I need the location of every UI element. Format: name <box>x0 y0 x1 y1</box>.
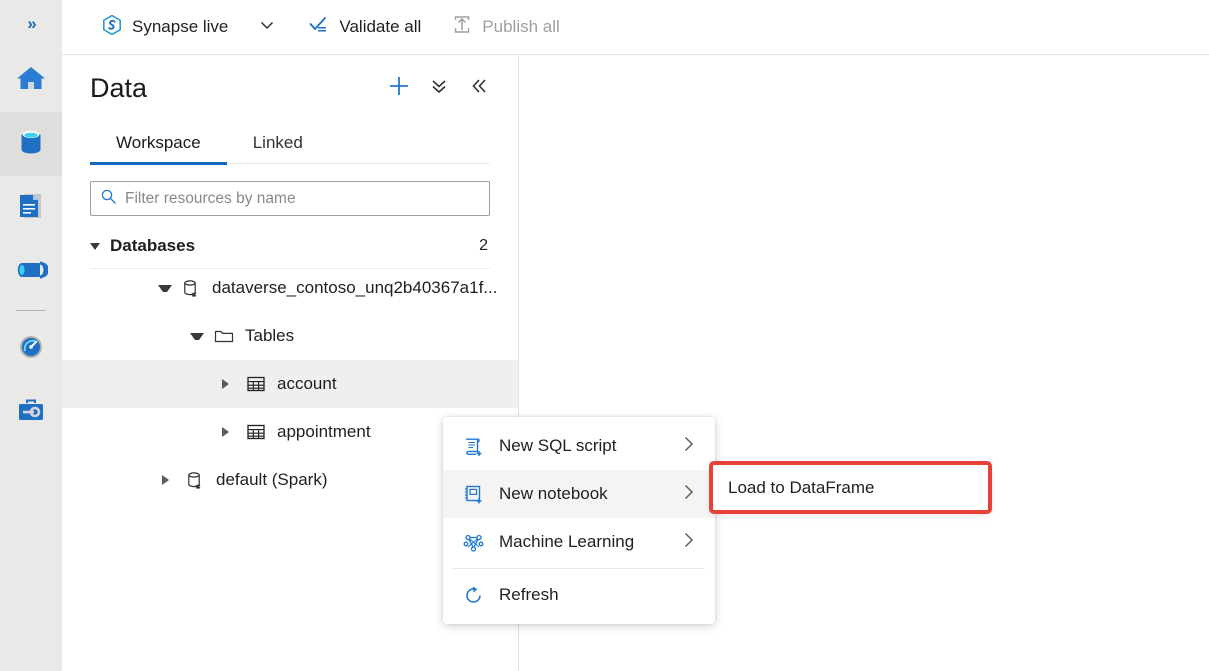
tab-linked-label: Linked <box>253 133 303 153</box>
search-icon <box>100 188 117 210</box>
collapse-panel-button[interactable] <box>462 71 496 105</box>
add-new-resource-button[interactable] <box>382 71 416 105</box>
tree-item-dataverse-database[interactable]: dataverse_contoso_unq2b40367a1f... <box>62 264 518 312</box>
chevron-collapsed-icon[interactable] <box>222 427 236 437</box>
table-icon <box>245 373 267 395</box>
double-chevron-down-icon <box>429 76 449 101</box>
tree-item-tables-folder[interactable]: Tables <box>62 312 518 360</box>
rail-item-monitor[interactable] <box>0 317 62 381</box>
tree-group-count: 2 <box>479 237 488 255</box>
chevron-collapsed-icon[interactable] <box>162 475 176 485</box>
submenu-item-load-to-dataframe[interactable]: Load to DataFrame <box>712 464 989 511</box>
context-menu-item-new-sql-script[interactable]: New SQL script <box>443 422 715 470</box>
rail-item-data[interactable] <box>0 112 62 176</box>
notebook-icon <box>461 483 485 506</box>
rail-expand-button[interactable]: » <box>0 0 62 48</box>
tab-workspace[interactable]: Workspace <box>90 121 227 164</box>
filter-box[interactable] <box>90 181 490 216</box>
home-icon <box>14 61 48 100</box>
sql-script-icon <box>461 435 485 458</box>
data-panel-tabs: Workspace Linked <box>90 121 490 164</box>
context-menu-item-label: New notebook <box>499 484 608 504</box>
context-menu-item-label: Machine Learning <box>499 532 634 552</box>
filter-resources-input[interactable] <box>125 190 480 208</box>
lake-database-icon <box>181 278 202 299</box>
double-chevron-left-icon <box>469 76 489 101</box>
context-menu: New SQL script New notebook <box>443 417 715 624</box>
toolbox-icon <box>14 394 48 433</box>
lake-database-icon <box>185 470 206 491</box>
synapse-live-button[interactable]: Synapse live <box>95 9 234 45</box>
chevron-right-icon <box>679 482 699 507</box>
chevron-down-icon <box>258 16 276 39</box>
data-panel-header: Data <box>62 55 518 121</box>
context-submenu: Load to DataFrame <box>712 464 989 511</box>
pipeline-icon <box>14 253 48 292</box>
data-panel-header-actions <box>382 71 496 105</box>
tree-group-databases[interactable]: Databases 2 <box>62 228 518 264</box>
table-icon <box>245 421 267 443</box>
filter-container <box>62 164 518 216</box>
chevron-expanded-icon[interactable] <box>190 333 204 340</box>
divider <box>90 268 490 269</box>
rail-item-develop[interactable] <box>0 176 62 240</box>
synapse-hexagon-icon <box>101 14 123 41</box>
chevron-right-icon <box>679 434 699 459</box>
submenu-item-label: Load to DataFrame <box>728 478 874 498</box>
context-menu-item-label: Refresh <box>499 585 559 605</box>
context-menu-item-new-notebook[interactable]: New notebook <box>443 470 715 518</box>
chevron-expanded-icon[interactable] <box>90 243 100 250</box>
tree-group-label: Databases <box>110 236 195 256</box>
context-menu-separator <box>453 568 705 569</box>
context-menu-item-refresh[interactable]: Refresh <box>443 571 715 619</box>
validate-all-button[interactable]: Validate all <box>302 9 427 45</box>
top-toolbar: Synapse live Validate all <box>62 0 1209 55</box>
synapse-studio-window: » <box>0 0 1209 671</box>
validate-check-icon <box>308 14 330 41</box>
double-chevron-right-icon: » <box>27 14 34 34</box>
tab-workspace-label: Workspace <box>116 133 201 153</box>
machine-learning-icon <box>461 531 485 554</box>
tree-item-label: appointment <box>277 422 371 442</box>
refresh-icon <box>461 584 485 607</box>
context-menu-item-machine-learning[interactable]: Machine Learning <box>443 518 715 566</box>
chevron-collapsed-icon[interactable] <box>222 379 236 389</box>
tree-item-label: Tables <box>245 326 294 346</box>
publish-upload-icon <box>451 14 473 41</box>
synapse-live-dropdown-button[interactable] <box>250 10 284 44</box>
chevron-expanded-icon[interactable] <box>158 285 172 292</box>
publish-all-button[interactable]: Publish all <box>445 9 566 45</box>
publish-all-label: Publish all <box>482 17 560 37</box>
tree-item-label: default (Spark) <box>216 470 328 490</box>
tab-linked[interactable]: Linked <box>227 121 329 164</box>
tree-item-account-table[interactable]: account <box>62 360 518 408</box>
chevron-right-icon <box>679 530 699 555</box>
rail-item-integrate[interactable] <box>0 240 62 304</box>
left-navigation-rail: » <box>0 0 62 671</box>
rail-separator <box>16 310 46 311</box>
panel-actions-menu-button[interactable] <box>422 71 456 105</box>
synapse-live-label: Synapse live <box>132 17 228 37</box>
folder-icon <box>213 325 235 347</box>
gauge-icon <box>14 330 48 369</box>
tree-item-label: account <box>277 374 337 394</box>
document-icon <box>14 189 48 228</box>
page-title: Data <box>90 73 147 104</box>
validate-all-label: Validate all <box>339 17 421 37</box>
database-icon <box>14 125 48 164</box>
rail-item-home[interactable] <box>0 48 62 112</box>
plus-icon <box>386 73 412 104</box>
context-menu-item-label: New SQL script <box>499 436 616 456</box>
rail-item-manage[interactable] <box>0 381 62 445</box>
tree-item-label: dataverse_contoso_unq2b40367a1f... <box>212 278 497 298</box>
